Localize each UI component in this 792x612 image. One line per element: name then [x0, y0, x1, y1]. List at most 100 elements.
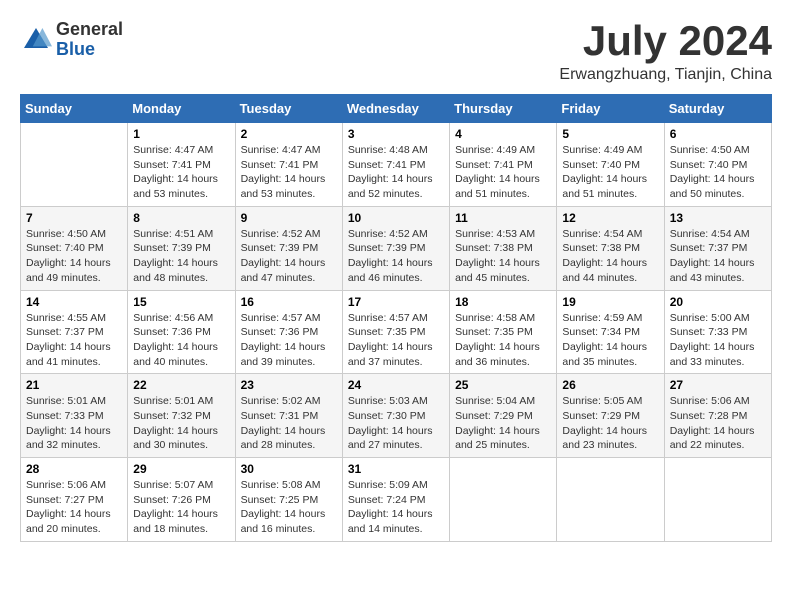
- day-info: Sunrise: 5:08 AMSunset: 7:25 PMDaylight:…: [241, 478, 337, 537]
- calendar-cell: 14 Sunrise: 4:55 AMSunset: 7:37 PMDayligh…: [21, 290, 128, 374]
- day-number: 18: [455, 295, 551, 309]
- logo-icon: [20, 24, 52, 56]
- day-info: Sunrise: 4:53 AMSunset: 7:38 PMDaylight:…: [455, 227, 551, 286]
- calendar-cell: 20 Sunrise: 5:00 AMSunset: 7:33 PMDayligh…: [664, 290, 771, 374]
- day-number: 10: [348, 211, 444, 225]
- subtitle: Erwangzhuang, Tianjin, China: [559, 66, 772, 84]
- day-info: Sunrise: 5:01 AMSunset: 7:32 PMDaylight:…: [133, 394, 229, 453]
- calendar-cell: [450, 458, 557, 542]
- day-header-monday: Monday: [128, 95, 235, 123]
- main-title: July 2024: [559, 20, 772, 62]
- day-number: 13: [670, 211, 766, 225]
- day-number: 25: [455, 378, 551, 392]
- day-header-friday: Friday: [557, 95, 664, 123]
- calendar-cell: 8 Sunrise: 4:51 AMSunset: 7:39 PMDaylight…: [128, 206, 235, 290]
- day-number: 5: [562, 127, 658, 141]
- calendar-cell: 25 Sunrise: 5:04 AMSunset: 7:29 PMDayligh…: [450, 374, 557, 458]
- day-info: Sunrise: 4:47 AMSunset: 7:41 PMDaylight:…: [241, 143, 337, 202]
- day-number: 19: [562, 295, 658, 309]
- calendar-cell: 9 Sunrise: 4:52 AMSunset: 7:39 PMDaylight…: [235, 206, 342, 290]
- calendar-cell: [21, 123, 128, 207]
- calendar-header-row: SundayMondayTuesdayWednesdayThursdayFrid…: [21, 95, 772, 123]
- calendar-cell: 4 Sunrise: 4:49 AMSunset: 7:41 PMDaylight…: [450, 123, 557, 207]
- day-info: Sunrise: 5:07 AMSunset: 7:26 PMDaylight:…: [133, 478, 229, 537]
- calendar-cell: 28Sunrise: 5:06 AMSunset: 7:27 PMDayligh…: [21, 458, 128, 542]
- calendar-cell: 29 Sunrise: 5:07 AMSunset: 7:26 PMDayligh…: [128, 458, 235, 542]
- week-row-2: 7 Sunrise: 4:50 AMSunset: 7:40 PMDaylight…: [21, 206, 772, 290]
- day-info: Sunrise: 4:49 AMSunset: 7:41 PMDaylight:…: [455, 143, 551, 202]
- calendar-cell: 12 Sunrise: 4:54 AMSunset: 7:38 PMDayligh…: [557, 206, 664, 290]
- day-number: 24: [348, 378, 444, 392]
- calendar-cell: 27Sunrise: 5:06 AMSunset: 7:28 PMDayligh…: [664, 374, 771, 458]
- day-info: Sunrise: 5:05 AMSunset: 7:29 PMDaylight:…: [562, 394, 658, 453]
- page-header: General Blue July 2024 Erwangzhuang, Tia…: [20, 20, 772, 84]
- day-info: Sunrise: 4:54 AMSunset: 7:38 PMDaylight:…: [562, 227, 658, 286]
- day-info: Sunrise: 4:54 AMSunset: 7:37 PMDaylight:…: [670, 227, 766, 286]
- calendar-cell: 31 Sunrise: 5:09 AMSunset: 7:24 PMDayligh…: [342, 458, 449, 542]
- calendar-cell: 11 Sunrise: 4:53 AMSunset: 7:38 PMDayligh…: [450, 206, 557, 290]
- calendar-cell: 13 Sunrise: 4:54 AMSunset: 7:37 PMDayligh…: [664, 206, 771, 290]
- day-info: Sunrise: 4:50 AMSunset: 7:40 PMDaylight:…: [26, 227, 122, 286]
- day-number: 20: [670, 295, 766, 309]
- day-number: 6: [670, 127, 766, 141]
- day-number: 8: [133, 211, 229, 225]
- day-number: 12: [562, 211, 658, 225]
- day-number: 11: [455, 211, 551, 225]
- day-info: Sunrise: 4:59 AMSunset: 7:34 PMDaylight:…: [562, 311, 658, 370]
- day-info: Sunrise: 4:57 AMSunset: 7:36 PMDaylight:…: [241, 311, 337, 370]
- day-info: Sunrise: 5:03 AMSunset: 7:30 PMDaylight:…: [348, 394, 444, 453]
- logo: General Blue: [20, 20, 123, 60]
- week-row-3: 14 Sunrise: 4:55 AMSunset: 7:37 PMDayligh…: [21, 290, 772, 374]
- day-info: Sunrise: 5:09 AMSunset: 7:24 PMDaylight:…: [348, 478, 444, 537]
- calendar-cell: 21 Sunrise: 5:01 AMSunset: 7:33 PMDayligh…: [21, 374, 128, 458]
- calendar-cell: 7 Sunrise: 4:50 AMSunset: 7:40 PMDaylight…: [21, 206, 128, 290]
- day-info: Sunrise: 4:51 AMSunset: 7:39 PMDaylight:…: [133, 227, 229, 286]
- week-row-1: 1 Sunrise: 4:47 AMSunset: 7:41 PMDaylight…: [21, 123, 772, 207]
- day-number: 7: [26, 211, 122, 225]
- day-info: Sunrise: 5:01 AMSunset: 7:33 PMDaylight:…: [26, 394, 122, 453]
- day-header-tuesday: Tuesday: [235, 95, 342, 123]
- day-number: 21: [26, 378, 122, 392]
- day-number: 16: [241, 295, 337, 309]
- calendar-cell: 24 Sunrise: 5:03 AMSunset: 7:30 PMDayligh…: [342, 374, 449, 458]
- day-number: 4: [455, 127, 551, 141]
- day-info: Sunrise: 4:55 AMSunset: 7:37 PMDaylight:…: [26, 311, 122, 370]
- day-number: 2: [241, 127, 337, 141]
- day-info: Sunrise: 4:52 AMSunset: 7:39 PMDaylight:…: [348, 227, 444, 286]
- day-header-sunday: Sunday: [21, 95, 128, 123]
- day-info: Sunrise: 4:58 AMSunset: 7:35 PMDaylight:…: [455, 311, 551, 370]
- day-info: Sunrise: 4:48 AMSunset: 7:41 PMDaylight:…: [348, 143, 444, 202]
- day-number: 23: [241, 378, 337, 392]
- day-number: 1: [133, 127, 229, 141]
- day-number: 15: [133, 295, 229, 309]
- day-number: 9: [241, 211, 337, 225]
- day-info: Sunrise: 4:47 AMSunset: 7:41 PMDaylight:…: [133, 143, 229, 202]
- calendar-cell: 15Sunrise: 4:56 AMSunset: 7:36 PMDayligh…: [128, 290, 235, 374]
- week-row-5: 28Sunrise: 5:06 AMSunset: 7:27 PMDayligh…: [21, 458, 772, 542]
- day-number: 22: [133, 378, 229, 392]
- calendar-cell: 3 Sunrise: 4:48 AMSunset: 7:41 PMDaylight…: [342, 123, 449, 207]
- calendar-cell: 10 Sunrise: 4:52 AMSunset: 7:39 PMDayligh…: [342, 206, 449, 290]
- calendar-cell: 19 Sunrise: 4:59 AMSunset: 7:34 PMDayligh…: [557, 290, 664, 374]
- day-number: 26: [562, 378, 658, 392]
- day-number: 29: [133, 462, 229, 476]
- calendar-cell: 5Sunrise: 4:49 AMSunset: 7:40 PMDaylight…: [557, 123, 664, 207]
- day-number: 3: [348, 127, 444, 141]
- calendar-cell: [557, 458, 664, 542]
- calendar-cell: 2 Sunrise: 4:47 AMSunset: 7:41 PMDaylight…: [235, 123, 342, 207]
- day-number: 14: [26, 295, 122, 309]
- day-info: Sunrise: 5:00 AMSunset: 7:33 PMDaylight:…: [670, 311, 766, 370]
- logo-general-text: General: [56, 20, 123, 40]
- calendar-cell: 26 Sunrise: 5:05 AMSunset: 7:29 PMDayligh…: [557, 374, 664, 458]
- day-number: 31: [348, 462, 444, 476]
- calendar-cell: 1 Sunrise: 4:47 AMSunset: 7:41 PMDaylight…: [128, 123, 235, 207]
- day-info: Sunrise: 4:50 AMSunset: 7:40 PMDaylight:…: [670, 143, 766, 202]
- calendar-cell: 16 Sunrise: 4:57 AMSunset: 7:36 PMDayligh…: [235, 290, 342, 374]
- logo-blue-text: Blue: [56, 40, 123, 60]
- day-info: Sunrise: 4:52 AMSunset: 7:39 PMDaylight:…: [241, 227, 337, 286]
- calendar-cell: [664, 458, 771, 542]
- day-info: Sunrise: 5:04 AMSunset: 7:29 PMDaylight:…: [455, 394, 551, 453]
- calendar-table: SundayMondayTuesdayWednesdayThursdayFrid…: [20, 94, 772, 542]
- day-info: Sunrise: 5:02 AMSunset: 7:31 PMDaylight:…: [241, 394, 337, 453]
- day-number: 30: [241, 462, 337, 476]
